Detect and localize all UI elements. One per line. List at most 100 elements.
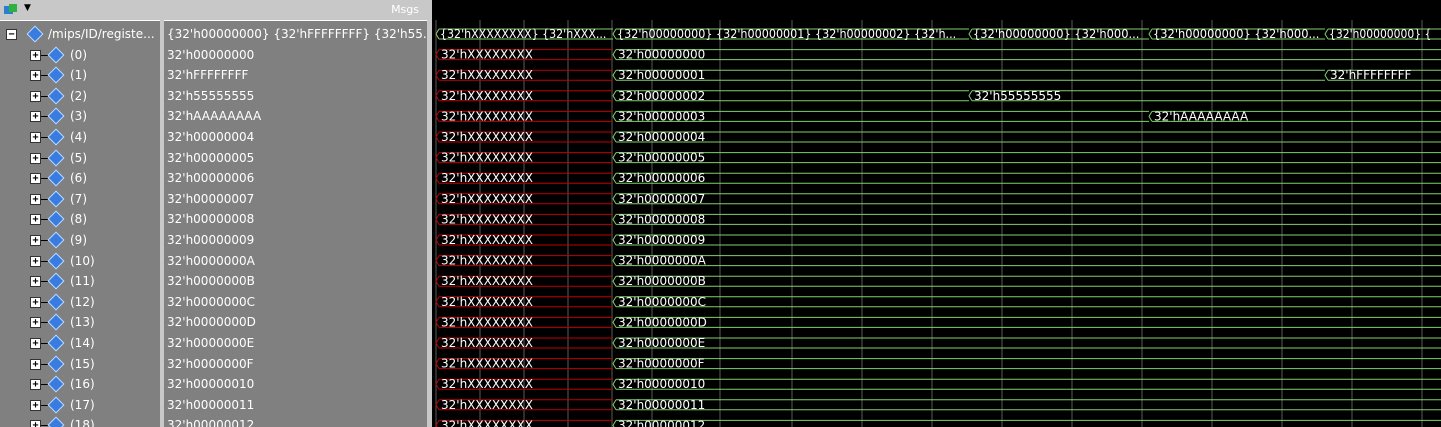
undefined-value-label: 32'hXXXXXXXX — [441, 233, 533, 247]
register-label: (13) — [70, 315, 95, 330]
register-row[interactable]: + (8) — [0, 209, 160, 229]
register-value-row: 32'hFFFFFFFF — [164, 65, 427, 85]
expand-icon[interactable]: + — [30, 420, 41, 427]
register-value: 32'hFFFFFFFF — [167, 68, 249, 83]
register-value-row: 32'h00000006 — [164, 168, 427, 188]
register-value-row: 32'h00000011 — [164, 395, 427, 415]
undefined-value-label: 32'hXXXXXXXX — [441, 398, 533, 412]
register-value-row: 32'h00000009 — [164, 230, 427, 250]
register-row[interactable]: + (16) — [0, 374, 160, 394]
undefined-value-label: 32'hXXXXXXXX — [441, 109, 533, 123]
expand-icon[interactable]: + — [30, 317, 41, 329]
register-row[interactable]: + (13) — [0, 312, 160, 332]
register-value: 32'h00000007 — [167, 191, 255, 206]
signal-row-registers[interactable]: − /mips/ID/registe... — [0, 24, 160, 44]
register-row[interactable]: + (15) — [0, 354, 160, 374]
top-bus-label: {32'h00000000} {32'h00000001} {32'h00000… — [617, 27, 956, 41]
signal-diamond-icon — [47, 334, 65, 352]
expand-icon[interactable]: + — [30, 358, 41, 370]
register-value-row: 32'h00000008 — [164, 209, 427, 229]
defined-segment — [612, 316, 1441, 328]
register-row[interactable]: + (18) — [0, 415, 160, 427]
signal-diamond-icon — [47, 190, 65, 208]
defined-value-label: 32'h0000000E — [618, 336, 705, 350]
register-row[interactable]: + (12) — [0, 292, 160, 312]
register-row[interactable]: + (2) — [0, 86, 160, 106]
defined-segment — [612, 358, 1441, 370]
signal-diamond-icon — [26, 25, 44, 43]
expand-icon[interactable]: + — [30, 235, 41, 246]
expand-icon[interactable]: + — [30, 399, 41, 411]
wave-format-icon[interactable] — [3, 3, 19, 17]
expand-icon[interactable]: + — [30, 70, 41, 82]
register-label: (1) — [70, 68, 87, 83]
expand-icon[interactable]: + — [30, 49, 41, 61]
register-value: 32'h00000004 — [167, 130, 255, 144]
register-row[interactable]: + (5) — [0, 148, 160, 168]
expand-icon[interactable]: + — [30, 152, 41, 164]
waveform-pane[interactable]: {32'hXXXXXXXX} {32'hXXX... {32'h00000000}… — [432, 0, 1441, 427]
register-row[interactable]: + (10) — [0, 251, 160, 271]
tree-connector — [40, 178, 48, 180]
register-label: (16) — [70, 377, 95, 392]
register-value-row: 32'hAAAAAAAA — [164, 106, 427, 126]
expand-icon[interactable]: + — [30, 193, 41, 205]
register-label: (8) — [70, 212, 87, 227]
defined-segment — [612, 213, 1441, 225]
register-row[interactable]: + (9) — [0, 230, 160, 250]
collapse-icon[interactable]: − — [6, 29, 17, 40]
register-row[interactable]: + (6) — [0, 168, 160, 188]
expand-icon[interactable]: + — [30, 132, 41, 143]
defined-segment — [612, 193, 1441, 205]
undefined-value-label: 32'hXXXXXXXX — [441, 151, 533, 165]
expand-icon[interactable]: + — [30, 276, 41, 288]
values-header: Msgs — [164, 0, 427, 21]
expand-icon[interactable]: + — [30, 255, 41, 267]
register-value: 32'h0000000E — [167, 336, 255, 350]
register-value-row: 32'h55555555 — [164, 86, 427, 106]
undefined-value-label: 32'hXXXXXXXX — [441, 89, 533, 103]
defined-value-label: 32'hAAAAAAAA — [1154, 109, 1249, 123]
expand-icon[interactable]: + — [30, 338, 41, 349]
register-row[interactable]: + (4) — [0, 127, 160, 147]
dropdown-arrow-icon[interactable]: ▼ — [24, 3, 31, 13]
signal-diamond-icon — [47, 210, 65, 228]
register-value: 32'h00000008 — [167, 212, 255, 227]
defined-value-label: 32'h0000000A — [618, 254, 707, 268]
register-value: 32'h0000000A — [167, 253, 255, 268]
defined-value-label: 32'h00000001 — [618, 68, 705, 82]
register-value: 32'h0000000D — [167, 315, 256, 330]
tree-connector — [40, 116, 48, 118]
register-row[interactable]: + (17) — [0, 395, 160, 415]
expand-icon[interactable]: + — [30, 90, 41, 102]
undefined-value-label: 32'hXXXXXXXX — [441, 171, 533, 185]
expand-icon[interactable]: + — [30, 173, 41, 185]
register-value-row: 32'h0000000B — [164, 271, 427, 291]
top-bus-label: {32'h00000000} {32'h000... — [973, 27, 1139, 41]
signal-diamond-icon — [47, 396, 65, 414]
defined-segment — [612, 234, 1441, 246]
defined-segment — [612, 337, 1441, 349]
register-row[interactable]: + (11) — [0, 271, 160, 291]
expand-icon[interactable]: + — [30, 111, 41, 123]
register-row[interactable]: + (3) — [0, 106, 160, 126]
expand-icon[interactable]: + — [30, 296, 41, 308]
undefined-value-label: 32'hXXXXXXXX — [441, 336, 533, 350]
expand-icon[interactable]: + — [30, 214, 41, 226]
register-row[interactable]: + (7) — [0, 189, 160, 209]
defined-segment — [612, 152, 1441, 164]
signal-values-pane: Msgs {32'h00000000} {32'hFFFFFFFF} {32'h… — [164, 0, 427, 427]
register-row[interactable]: + (0) — [0, 45, 160, 65]
expand-icon[interactable]: + — [30, 379, 41, 391]
register-value: 32'h0000000C — [167, 294, 255, 309]
register-label: (11) — [70, 274, 95, 289]
register-label: (2) — [70, 88, 87, 103]
register-row[interactable]: + (1) — [0, 65, 160, 85]
signal-diamond-icon — [47, 313, 65, 331]
waveform-canvas[interactable]: {32'hXXXXXXXX} {32'hXXX... {32'h00000000}… — [432, 0, 1441, 427]
register-value: 32'h00000010 — [167, 377, 255, 392]
signal-value: {32'h00000000} {32'hFFFFFFFF} {32'h55... — [167, 27, 427, 41]
defined-value-label: 32'h0000000D — [618, 315, 707, 329]
register-label: (4) — [70, 130, 87, 144]
register-row[interactable]: + (14) — [0, 333, 160, 353]
